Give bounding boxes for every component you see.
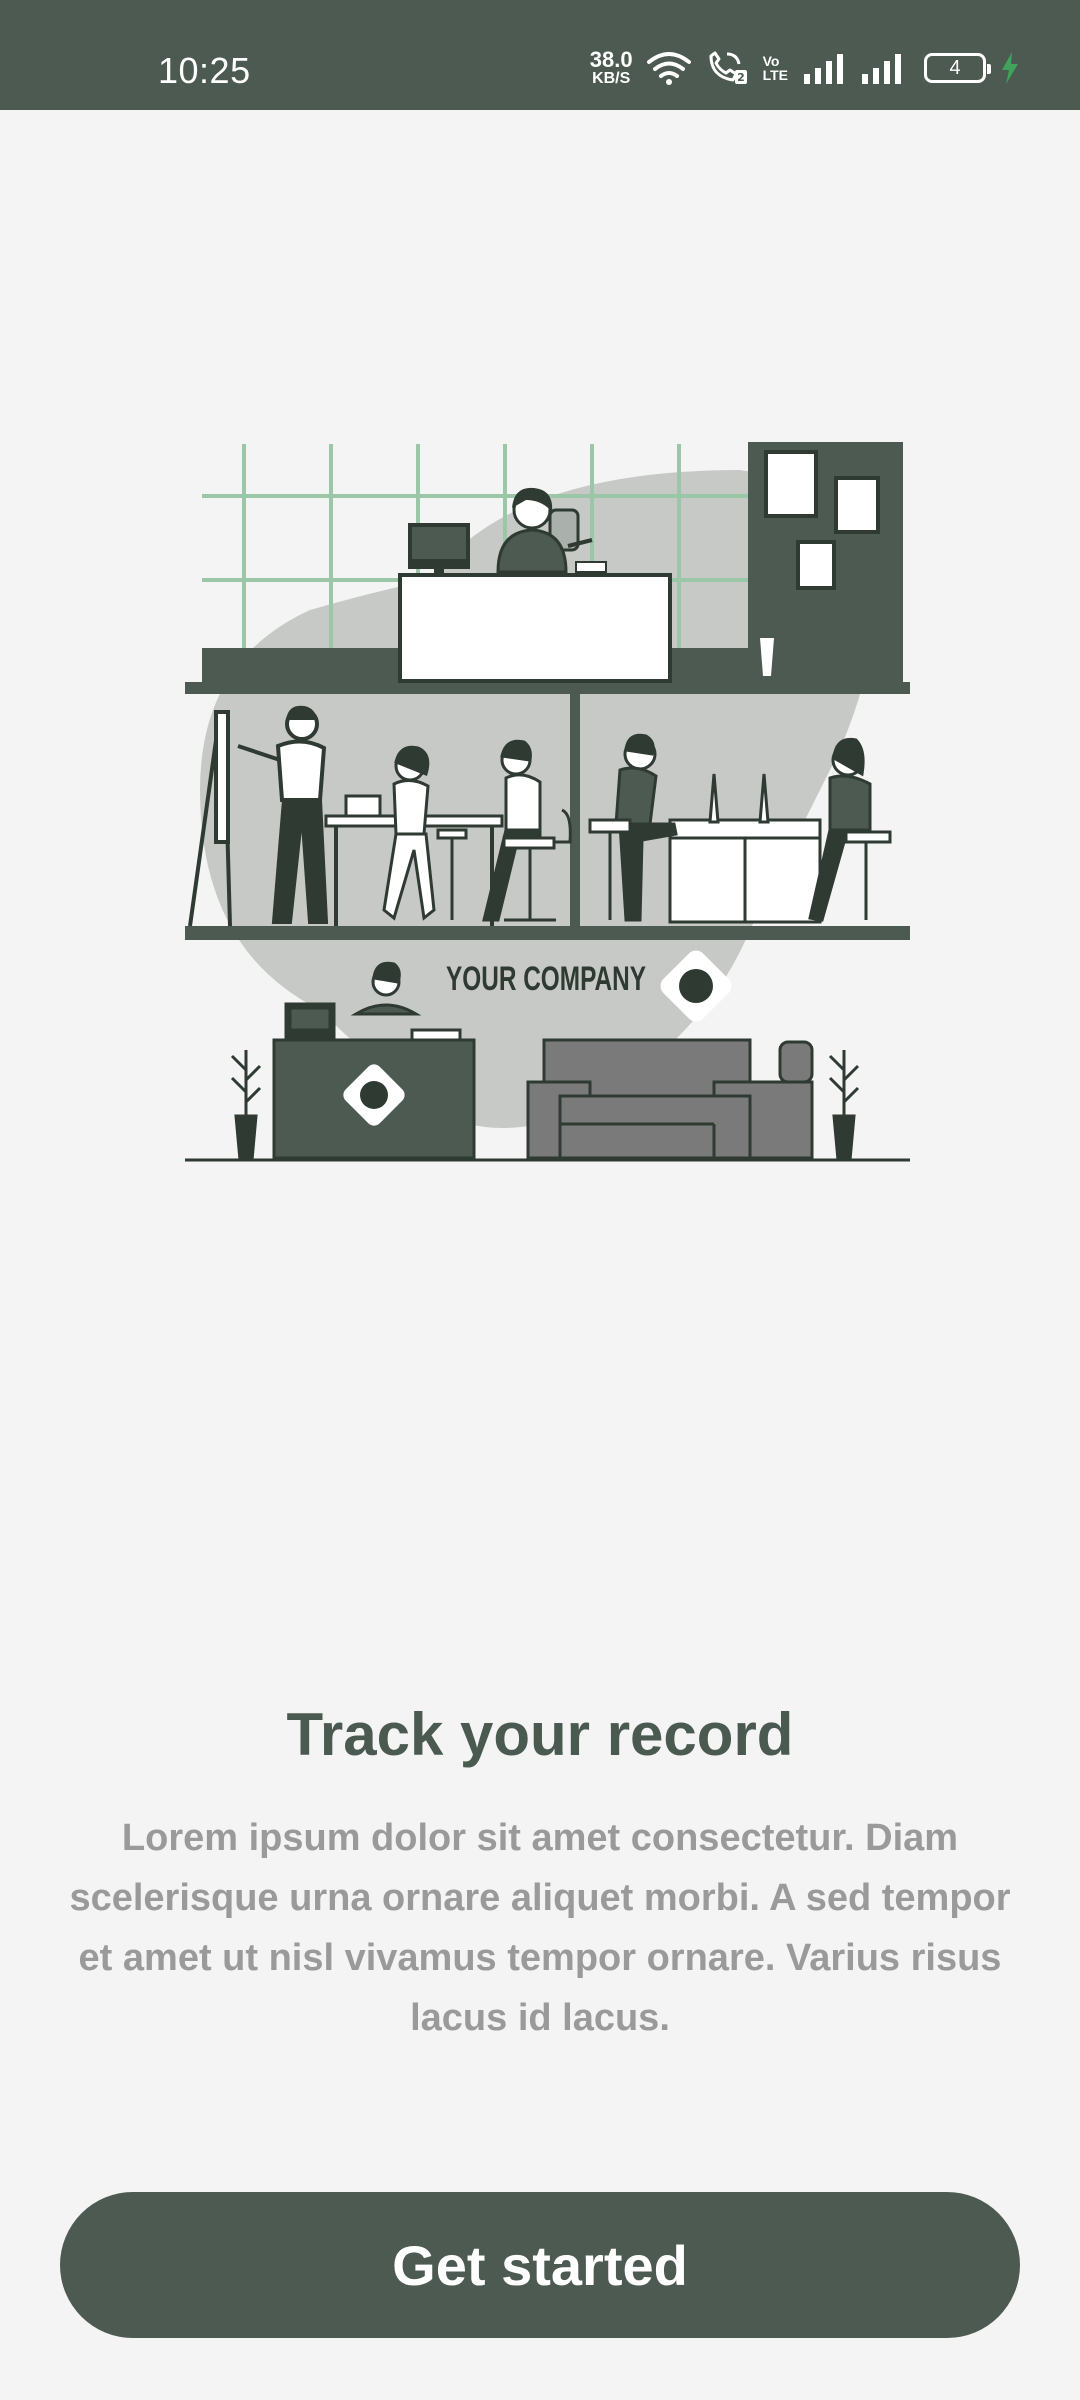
middle-floor-slab: [185, 926, 910, 940]
sofa: [526, 1038, 814, 1160]
top-desk: [398, 573, 672, 683]
wifi-icon: [646, 52, 691, 85]
battery-icon: 4: [924, 53, 991, 83]
company-sign-text: YOUR COMPANY: [446, 960, 646, 998]
volte-bottom: LTE: [762, 67, 788, 83]
network-speed-value: 38.0: [589, 47, 633, 72]
onboarding-title: Track your record: [286, 1701, 794, 1768]
status-bar: 10:25 38.0 KB/S 2 Vo LTE 4: [0, 0, 1080, 110]
office-illustration: YOUR COMPANY: [185, 442, 910, 1162]
network-speed: 38.0 KB/S: [590, 49, 633, 87]
plant-left: [230, 1050, 262, 1162]
status-icons: 38.0 KB/S 2 Vo LTE 4: [590, 48, 1020, 88]
onboarding-description: Lorem ipsum dolor sit amet consectetur. …: [69, 1817, 1011, 2039]
status-time: 10:25: [158, 50, 251, 91]
battery-level: 4: [949, 56, 961, 79]
volte-icon: Vo LTE: [763, 54, 788, 82]
signal-icon-1: [804, 54, 843, 84]
plant-right: [828, 1050, 860, 1162]
sim-badge: 2: [737, 71, 745, 84]
get-started-button[interactable]: Get started: [60, 2192, 1020, 2338]
signal-icon-2: [862, 54, 901, 84]
charging-icon: [1002, 52, 1018, 84]
wifi-call-icon: 2: [709, 51, 747, 84]
network-speed-unit: KB/S: [592, 70, 631, 87]
volte-top: Vo: [762, 53, 780, 69]
